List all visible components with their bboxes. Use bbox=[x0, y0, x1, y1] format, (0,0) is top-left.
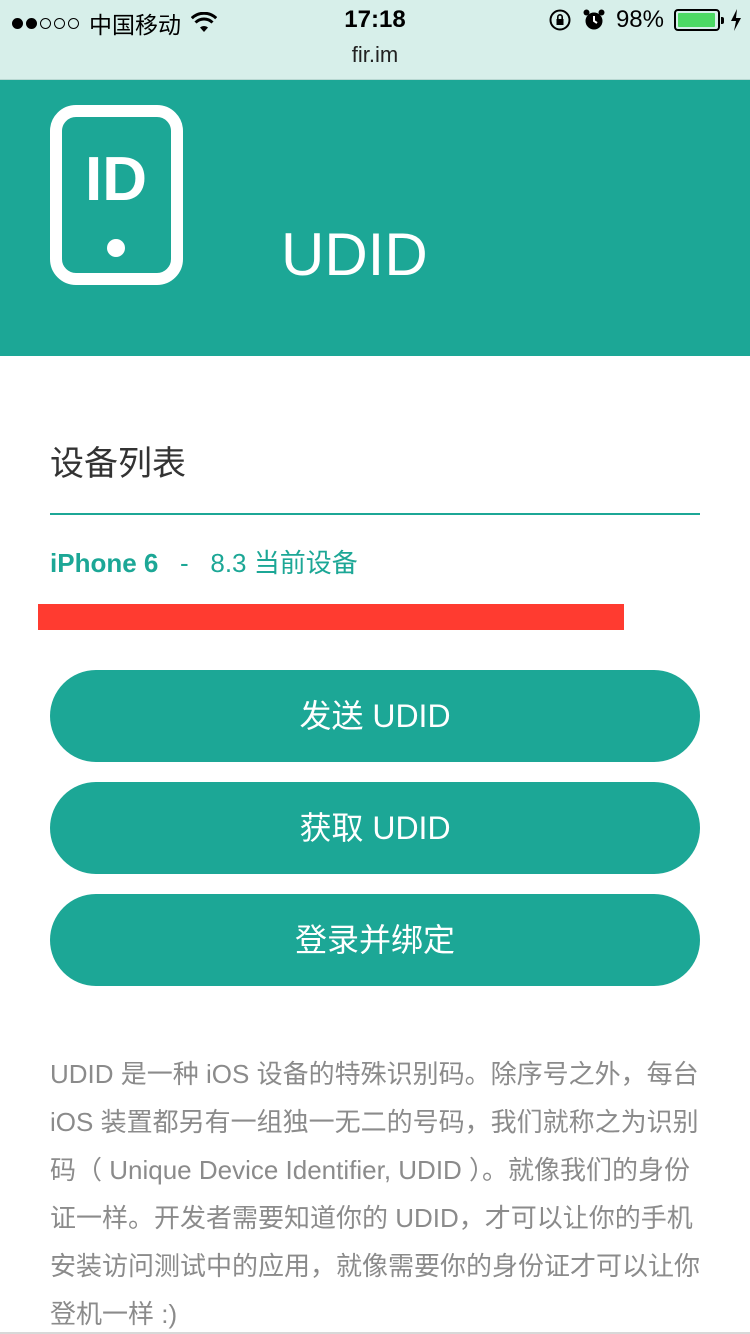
status-right: 98% bbox=[548, 6, 742, 34]
device-version: 8.3 当前设备 bbox=[210, 548, 358, 578]
redaction-bar bbox=[38, 604, 624, 630]
alarm-icon bbox=[583, 9, 605, 30]
url-text: fir.im bbox=[351, 42, 399, 67]
logo-id-text: ID bbox=[85, 145, 147, 214]
address-bar[interactable]: fir.im bbox=[0, 40, 750, 80]
device-list-heading: 设备列表 bbox=[50, 445, 186, 483]
battery-level bbox=[678, 13, 716, 27]
udid-description: UDID 是一种 iOS 设备的特殊识别码。除序号之外，每台 iOS 装置都另有… bbox=[50, 1059, 701, 1329]
battery-icon bbox=[674, 9, 724, 31]
get-udid-button[interactable]: 获取 UDID bbox=[50, 782, 700, 874]
login-bind-button[interactable]: 登录并绑定 bbox=[50, 894, 700, 986]
battery-percent: 98% bbox=[615, 6, 664, 33]
divider bbox=[50, 513, 700, 515]
id-device-logo-icon: ID bbox=[50, 105, 183, 285]
page-title: UDID bbox=[281, 221, 428, 288]
device-model: iPhone 6 bbox=[50, 548, 159, 578]
status-bar: 中国移动 17:18 98% bbox=[0, 0, 750, 40]
device-separator: - bbox=[180, 548, 189, 578]
charging-bolt-icon bbox=[731, 9, 741, 31]
send-udid-button[interactable]: 发送 UDID bbox=[50, 670, 700, 762]
header-banner: ID UDID bbox=[0, 80, 750, 356]
orientation-lock-icon bbox=[549, 9, 571, 31]
device-item: iPhone 6 - 8.3 当前设备 bbox=[50, 543, 358, 580]
